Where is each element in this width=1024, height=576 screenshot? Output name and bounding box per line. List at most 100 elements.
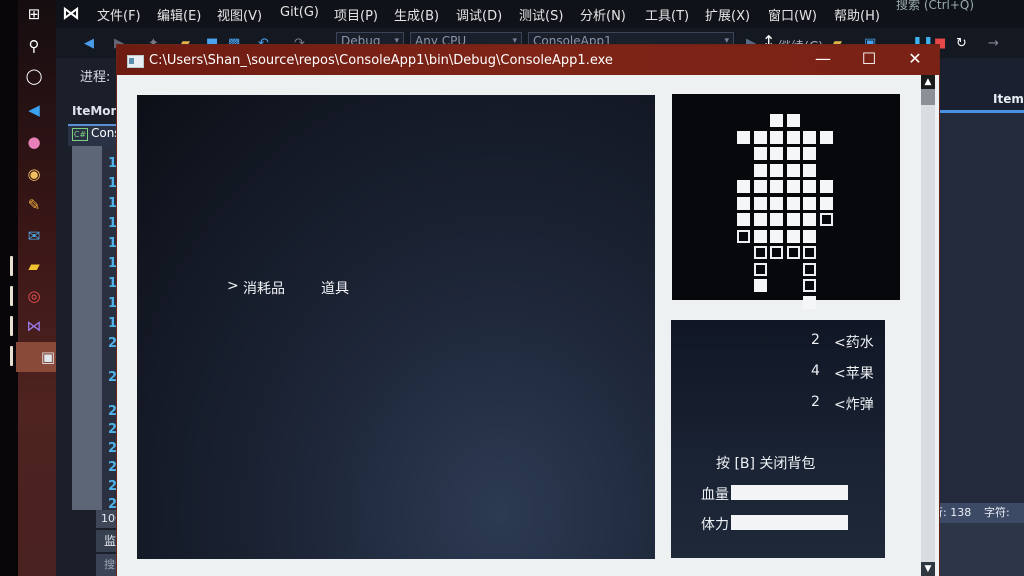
editor-gutter (72, 146, 102, 510)
menu-edit[interactable]: 编辑(E) (157, 5, 201, 24)
hp-bar (731, 485, 848, 500)
minimize-button[interactable]: — (803, 47, 843, 71)
inventory-item[interactable]: 4 <苹果 (671, 363, 885, 383)
sprite-pixel-filled (803, 196, 816, 210)
menu-view[interactable]: 视图(V) (217, 5, 262, 24)
sprite-pixel-outline (803, 262, 816, 276)
menu-tools[interactable]: 工具(T) (645, 5, 689, 24)
maximize-button[interactable]: ☐ (849, 47, 889, 71)
sprite-pixel-filled (803, 295, 816, 309)
inventory-item[interactable]: 2 <药水 (671, 332, 885, 352)
running-indicator (10, 256, 13, 276)
item-quantity: 4 (811, 363, 820, 379)
menu-debug[interactable]: 调试(D) (456, 5, 502, 24)
search-icon[interactable]: ⚲ (24, 36, 44, 56)
restart-icon[interactable]: ↻ (956, 36, 967, 51)
menu-analyze[interactable]: 分析(N) (580, 5, 626, 24)
console-app-icon (127, 55, 144, 68)
sprite-pixel-filled (753, 229, 767, 243)
menu-help[interactable]: 帮助(H) (834, 5, 880, 24)
menu-option-consumables[interactable]: 消耗品 (243, 278, 285, 298)
sprite-pixel-filled (786, 130, 800, 144)
sprite-pixel-filled (770, 229, 783, 243)
sprite-pixel-filled (786, 213, 800, 226)
sprite-pixel-filled (770, 196, 783, 210)
console-app-icon[interactable]: ▣ (38, 347, 58, 367)
scroll-down-icon[interactable]: ▼ (921, 562, 935, 576)
search-input[interactable]: 搜索 (Ctrl+Q) (896, 0, 1024, 12)
process-label: 进程: (80, 70, 111, 85)
app-icon[interactable]: ● (24, 132, 44, 152)
stamina-label: 体力 (701, 517, 729, 533)
sprite-pixel-filled (819, 130, 833, 144)
sprite-pixel-filled (803, 130, 816, 144)
sprite-pixel-filled (786, 229, 800, 243)
sprite-pixel-filled (786, 147, 800, 160)
menu-project[interactable]: 项目(P) (334, 5, 378, 24)
sprite-pixel-filled (753, 130, 767, 144)
sprite-pixel-filled (737, 130, 750, 144)
item-name: <药水 (834, 335, 874, 351)
running-indicator (10, 286, 13, 306)
menu-window[interactable]: 窗口(W) (768, 5, 817, 24)
vscode-icon[interactable]: ◀ (24, 100, 44, 120)
cortana-icon[interactable]: ◯ (24, 66, 44, 86)
inventory-item[interactable]: 2 <炸弹 (671, 394, 885, 414)
sprite-pixel-outline (753, 246, 767, 259)
sprite-pixel-outline (803, 246, 816, 259)
running-indicator (10, 346, 13, 366)
sprite-pixel-filled (786, 180, 800, 193)
close-button[interactable]: ✕ (895, 47, 935, 71)
sprite-pixel-filled (770, 130, 783, 144)
visual-studio-icon[interactable]: ⋈ (24, 316, 44, 336)
sprite-pixel-filled (753, 196, 767, 210)
visual-studio-logo-icon: ⋈ (62, 3, 80, 24)
color-app-icon[interactable]: ◉ (24, 164, 44, 184)
character-sprite-panel (672, 94, 900, 309)
vertical-scrollbar[interactable]: ▲ ▼ (921, 75, 935, 576)
chrome-icon[interactable]: ◎ (24, 286, 44, 306)
sprite-pixel-filled (803, 213, 816, 226)
console-titlebar[interactable]: C:\Users\Shan_\source\repos\ConsoleApp1\… (117, 45, 939, 75)
windows-start-icon[interactable]: ⊞ (24, 4, 44, 24)
hp-bar-fill (731, 485, 848, 500)
sprite-pixel-filled (753, 279, 767, 292)
sprite-pixel-filled (770, 213, 783, 226)
menu-test[interactable]: 测试(S) (519, 5, 563, 24)
sprite-pixel-filled (819, 180, 833, 193)
menu-extensions[interactable]: 扩展(X) (705, 5, 750, 24)
taskbar-edge (0, 0, 18, 576)
sprite-pixel-filled (737, 180, 750, 193)
back-icon[interactable]: ◀ (84, 36, 94, 51)
sprite-pixel-outline (803, 279, 816, 292)
sprite-pixel-filled (803, 180, 816, 193)
sprite-pixel-filled (770, 180, 783, 193)
step-over-icon[interactable]: → (988, 36, 999, 51)
file-explorer-icon[interactable]: ▰ (24, 256, 44, 276)
menu-option-tools[interactable]: 道具 (321, 278, 349, 298)
running-indicator (10, 316, 13, 336)
menu-git[interactable]: Git(G) (280, 5, 319, 20)
game-main-panel: > 消耗品 道具 (137, 95, 655, 559)
menu-file[interactable]: 文件(F) (97, 5, 141, 24)
scroll-up-icon[interactable]: ▲ (921, 75, 935, 89)
sprite-pixel-filled (786, 114, 800, 127)
sprite-pixel-outline (786, 246, 800, 259)
sprite-pixel-filled (786, 163, 800, 177)
scrollbar-thumb[interactable] (921, 89, 935, 105)
csharp-file-icon: C# (72, 128, 88, 141)
sprite-pixel-filled (770, 114, 783, 127)
sprite-pixel-filled (803, 229, 816, 243)
item-quantity: 2 (811, 394, 820, 410)
inventory-panel: 2 <药水 4 <苹果 2 <炸弹 按 [B] 关闭背包 血量 体力 (671, 320, 885, 558)
hp-label: 血量 (701, 487, 729, 503)
sprite-pixel-filled (753, 163, 767, 177)
mail-icon[interactable]: ✉ (24, 226, 44, 246)
sprite-pixel-outline (753, 262, 767, 276)
sprite-pixel-filled (819, 196, 833, 210)
item-tab[interactable]: ItemA (993, 92, 1024, 106)
tool-app-icon[interactable]: ✎ (24, 195, 44, 215)
sprite-pixel-filled (753, 180, 767, 193)
menu-build[interactable]: 生成(B) (394, 5, 439, 24)
sprite-pixel-filled (737, 196, 750, 210)
